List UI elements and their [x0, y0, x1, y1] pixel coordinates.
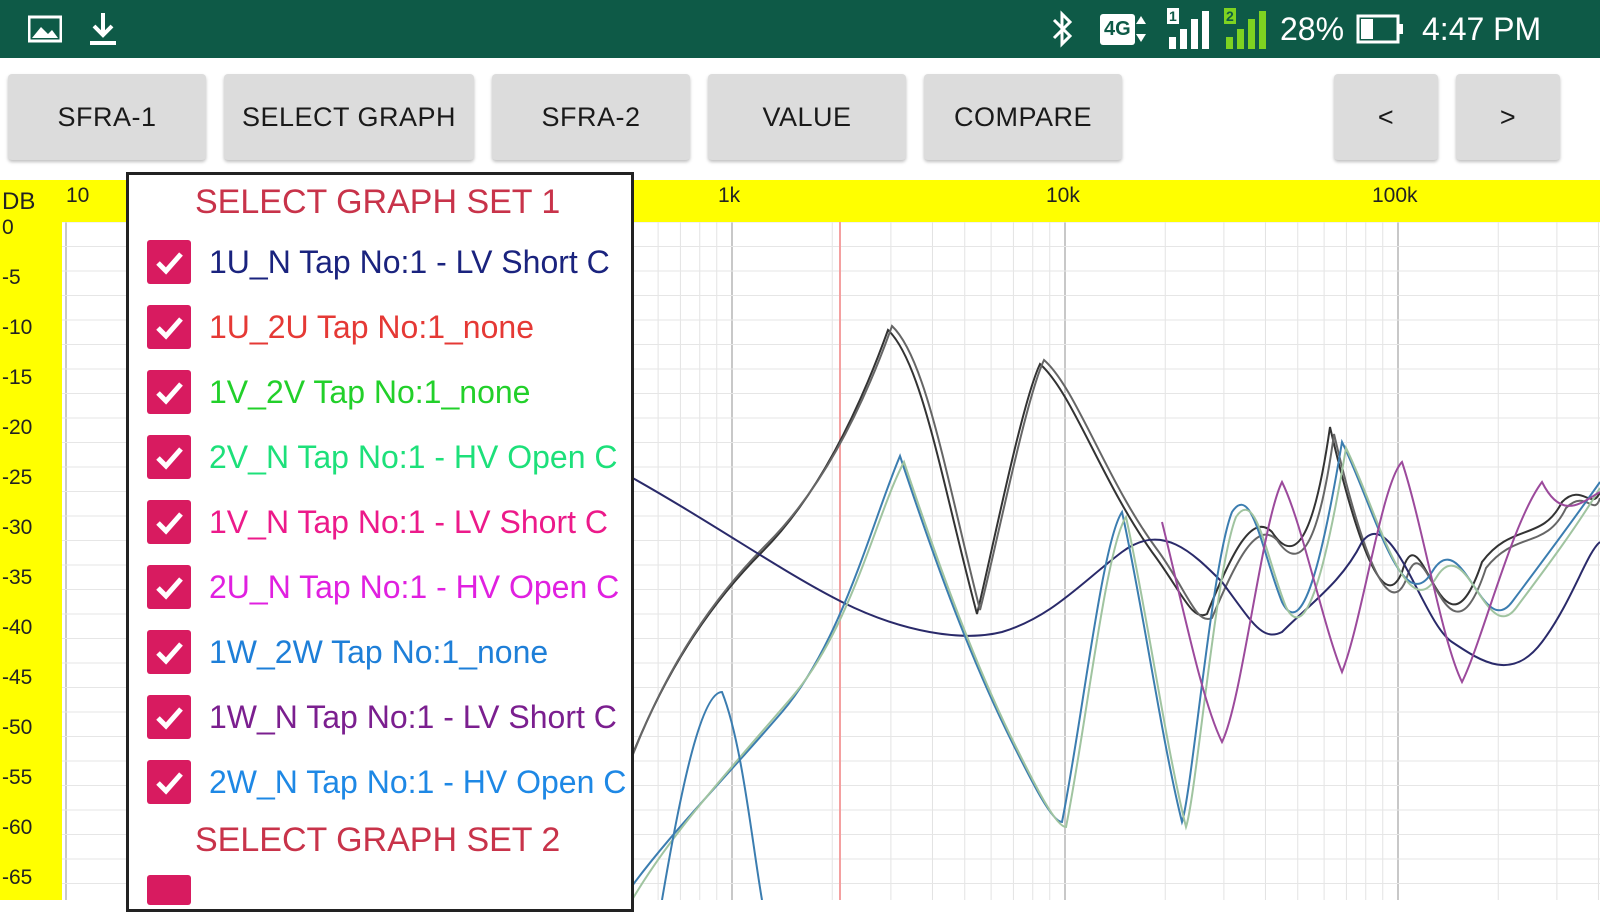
- y-tick-label: -40: [2, 616, 33, 639]
- clock: 4:47 PM: [1422, 0, 1541, 58]
- value-button[interactable]: VALUE: [708, 74, 906, 160]
- check-icon: [156, 512, 183, 535]
- trace-1: [621, 328, 1600, 783]
- y-tick-label: -25: [2, 466, 33, 489]
- check-icon: [156, 382, 183, 405]
- sim2-label: 2: [1224, 8, 1236, 24]
- x-tick-label: 10: [66, 184, 90, 207]
- battery-icon: [1356, 0, 1404, 58]
- graph-item-label: 2W_N Tap No:1 - HV Open C: [209, 763, 627, 800]
- bluetooth-icon: [1050, 0, 1076, 58]
- plot-curves: [621, 324, 1600, 900]
- compare-button[interactable]: COMPARE: [924, 74, 1122, 160]
- y-tick-label: -50: [2, 716, 33, 739]
- check-icon: [156, 447, 183, 470]
- sim1-label: 1: [1167, 8, 1179, 24]
- graph-item-label: 1U_2U Tap No:1_none: [209, 308, 534, 345]
- status-bar: 4G 1 2 28% 4:47 PM: [0, 0, 1600, 58]
- set-2-header: SELECT GRAPH SET 2: [195, 821, 561, 859]
- graph-item-label: 2U_N Tap No:1 - HV Open C: [209, 568, 620, 605]
- y-tick-label: -60: [2, 816, 33, 839]
- checkbox[interactable]: [147, 875, 191, 905]
- download-icon: [88, 0, 118, 58]
- y-tick-label: -55: [2, 766, 33, 789]
- checkbox[interactable]: [147, 630, 191, 674]
- checkbox[interactable]: [147, 435, 191, 479]
- checkbox[interactable]: [147, 695, 191, 739]
- y-tick-label: -30: [2, 516, 33, 539]
- network-label: 4G: [1100, 13, 1135, 45]
- graph-item-label: 2V_N Tap No:1 - HV Open C: [209, 438, 618, 475]
- trace-6: [661, 690, 763, 900]
- y-tick-label: -5: [2, 266, 21, 289]
- y-tick-label: -20: [2, 416, 33, 439]
- checkbox[interactable]: [147, 370, 191, 414]
- graph-item[interactable]: 2U_N Tap No:1 - HV Open C: [147, 557, 631, 617]
- next-button[interactable]: >: [1456, 74, 1560, 160]
- check-icon: [156, 772, 183, 795]
- checkbox[interactable]: [147, 760, 191, 804]
- y-tick-label: -35: [2, 566, 33, 589]
- checkbox[interactable]: [147, 240, 191, 284]
- checkbox[interactable]: [147, 305, 191, 349]
- trace-7: [1161, 460, 1600, 745]
- y-tick-label: -45: [2, 666, 33, 689]
- y-tick-label: -10: [2, 316, 33, 339]
- x-tick-label: 1k: [718, 184, 741, 207]
- set-1-header: SELECT GRAPH SET 1: [195, 183, 561, 221]
- y-tick-label: 0: [2, 216, 14, 239]
- graph-item[interactable]: 1U_2U Tap No:1_none: [147, 297, 631, 357]
- sfra-2-button[interactable]: SFRA-2: [492, 74, 690, 160]
- trace-2: [626, 324, 1600, 771]
- check-icon: [156, 642, 183, 665]
- y-tick-label: -65: [2, 866, 33, 889]
- check-icon: [156, 317, 183, 340]
- image-icon: [28, 0, 62, 58]
- clock-text: 4:47 PM: [1422, 10, 1542, 47]
- select-graph-popup: SELECT GRAPH SET 1 1U_N Tap No:1 - LV Sh…: [126, 172, 634, 912]
- sfra-1-button[interactable]: SFRA-1: [8, 74, 206, 160]
- signal-sim1-icon: 1: [1165, 0, 1211, 58]
- graph-item[interactable]: 1V_N Tap No:1 - LV Short C: [147, 492, 631, 552]
- graph-item[interactable]: 2W_N Tap No:1 - HV Open C: [147, 752, 631, 812]
- battery-percent-text: 28%: [1280, 10, 1345, 47]
- graph-item-label: 1V_N Tap No:1 - LV Short C: [209, 503, 609, 540]
- graph-item[interactable]: 1V_2V Tap No:1_none: [147, 362, 631, 422]
- graph-item-label: 1W_2W Tap No:1_none: [209, 633, 549, 670]
- battery-percent: 28%: [1280, 0, 1344, 58]
- graph-item[interactable]: 1W_2W Tap No:1_none: [147, 622, 631, 682]
- check-icon: [156, 707, 183, 730]
- x-tick-label: 100k: [1372, 184, 1418, 207]
- checkbox[interactable]: [147, 565, 191, 609]
- graph-item-label: 1V_2V Tap No:1_none: [209, 373, 531, 410]
- x-tick-label: 10k: [1046, 184, 1080, 207]
- check-icon: [156, 577, 183, 600]
- checkbox[interactable]: [147, 500, 191, 544]
- graph-item-label: 1W_N Tap No:1 - LV Short C: [209, 698, 617, 735]
- graph-item-label: 1U_N Tap No:1 - LV Short C: [209, 243, 610, 280]
- select-graph-button[interactable]: SELECT GRAPH: [224, 74, 474, 160]
- graph-item[interactable]: 1W_N Tap No:1 - LV Short C: [147, 687, 631, 747]
- network-4g-icon: 4G: [1100, 0, 1147, 58]
- trace-4: [621, 438, 1600, 900]
- graph-item[interactable]: 2V_N Tap No:1 - HV Open C: [147, 427, 631, 487]
- signal-sim2-icon: 2: [1222, 0, 1268, 58]
- check-icon: [156, 252, 183, 275]
- toolbar: SFRA-1 SELECT GRAPH SFRA-2 VALUE COMPARE…: [0, 58, 1600, 176]
- y-axis-strip: 0 -5 -10 -15 -20 -25 -30 -35 -40 -45 -50…: [0, 216, 62, 900]
- y-unit-label: DB: [2, 188, 36, 215]
- y-tick-label: -15: [2, 366, 33, 389]
- previous-button[interactable]: <: [1334, 74, 1438, 160]
- graph-item[interactable]: 1U_N Tap No:1 - LV Short C: [147, 232, 631, 292]
